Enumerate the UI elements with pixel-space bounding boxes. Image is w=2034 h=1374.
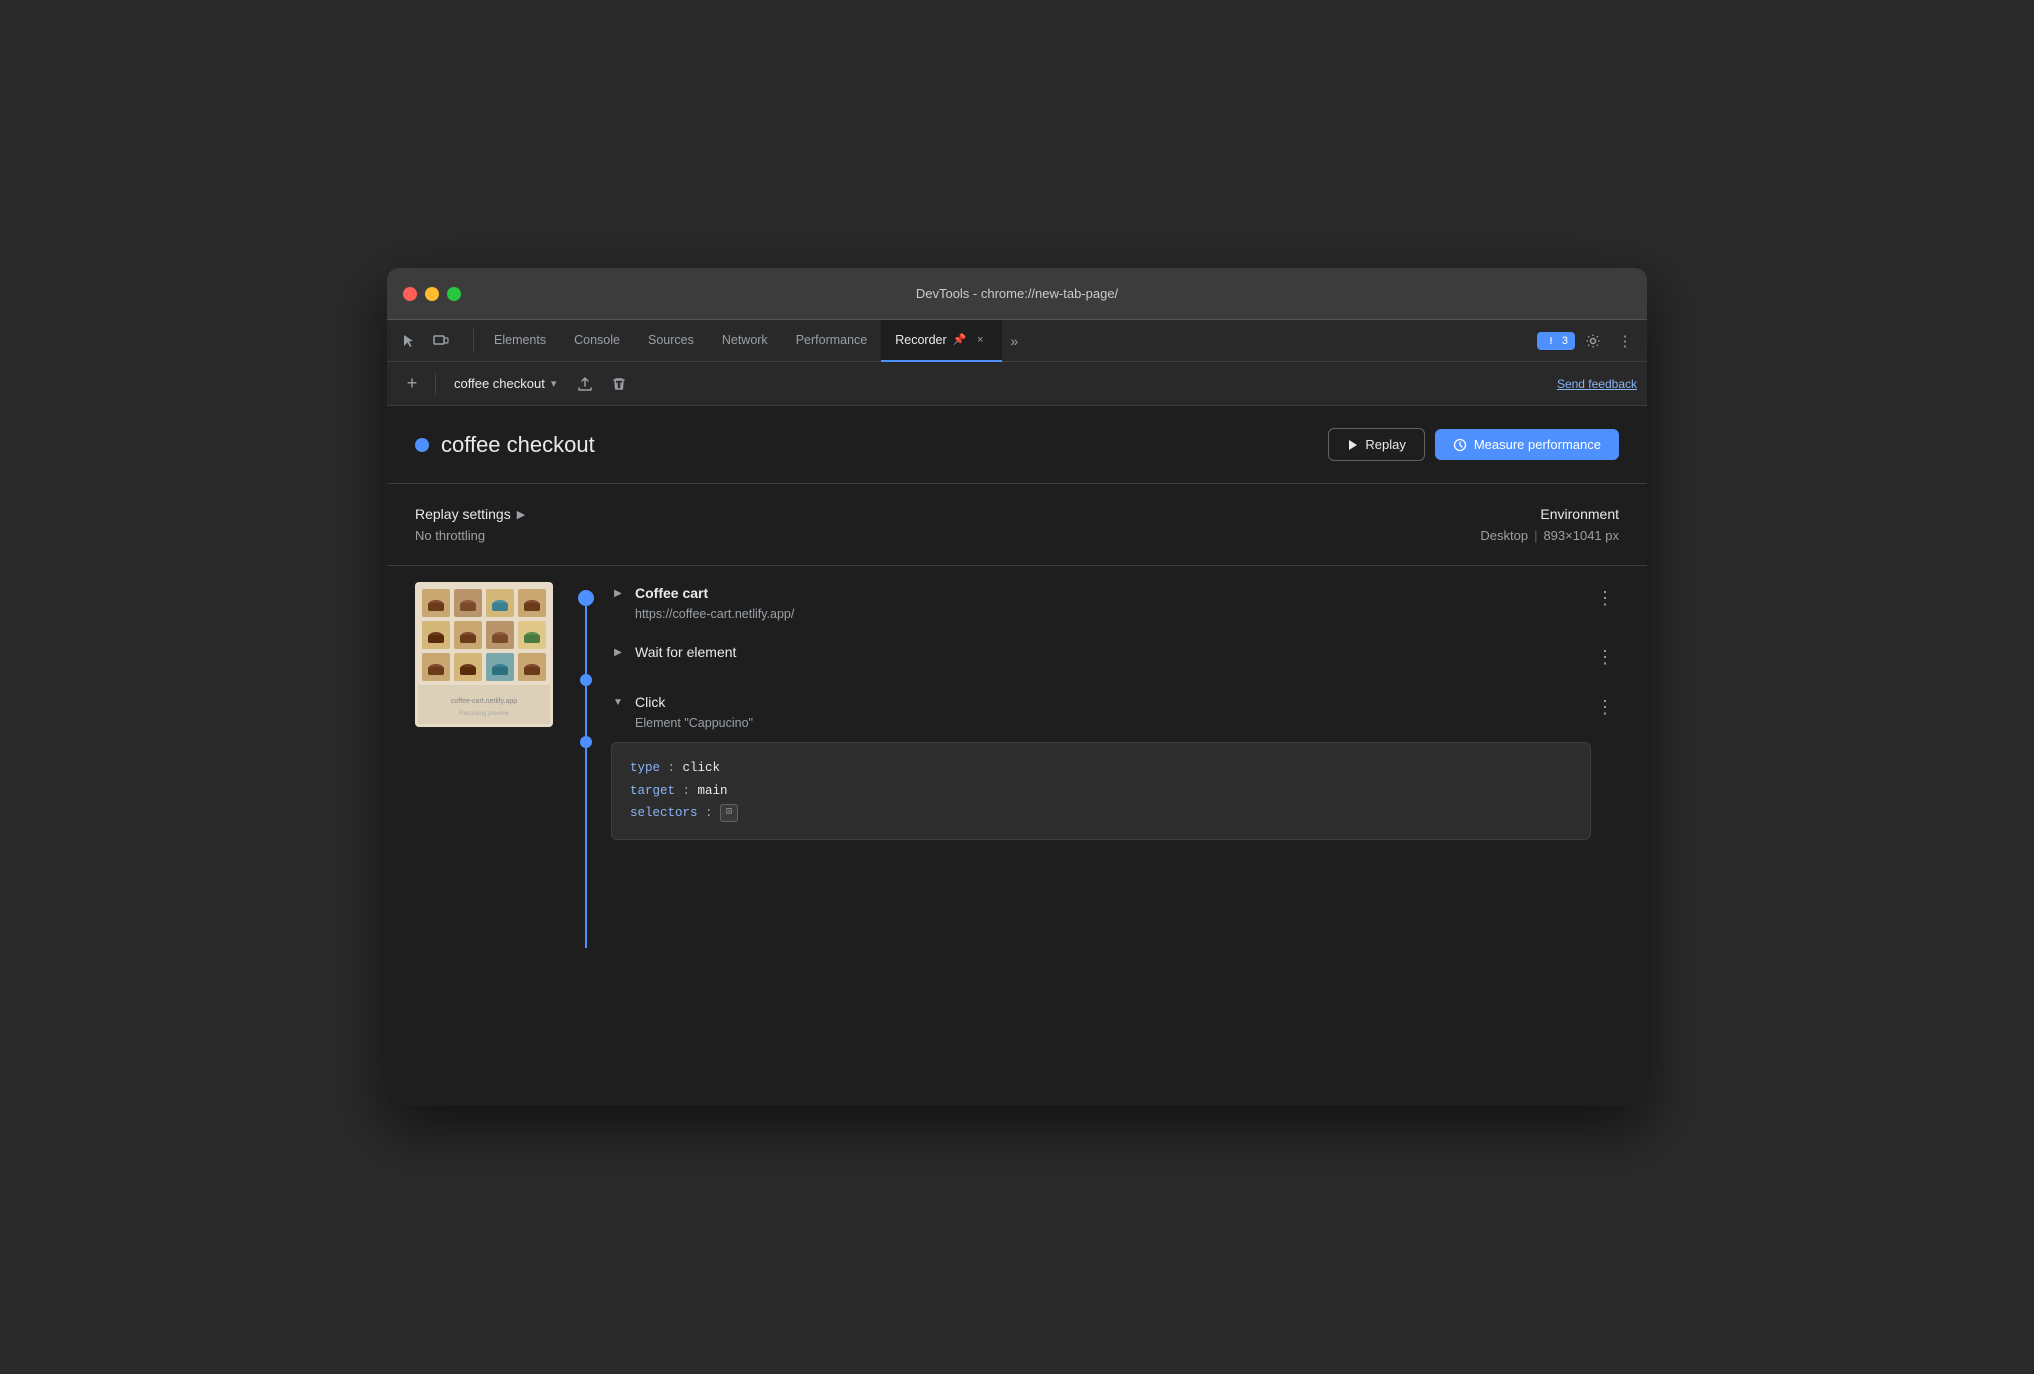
settings-section: Replay settings ▶ No throttling Environm… <box>387 484 1647 566</box>
step-coffee-cart-content: ▶ Coffee cart https://coffee-cart.netlif… <box>609 584 1591 621</box>
tab-performance[interactable]: Performance <box>782 320 882 362</box>
settings-left: Replay settings ▶ No throttling <box>415 506 525 543</box>
step-click: ▼ Click Element "Cappucino" type : click <box>609 689 1619 840</box>
env-size: 893×1041 px <box>1543 528 1619 543</box>
recording-status-dot <box>415 438 429 452</box>
tab-console[interactable]: Console <box>560 320 634 362</box>
step-coffee-cart: ▶ Coffee cart https://coffee-cart.netlif… <box>609 582 1619 639</box>
send-feedback-link[interactable]: Send feedback <box>1557 377 1637 391</box>
export-button[interactable] <box>570 369 600 399</box>
selectors-icon[interactable]: ⊡ <box>720 804 738 822</box>
pin-icon: 📌 <box>953 333 967 346</box>
add-recording-button[interactable]: + <box>397 369 427 399</box>
recording-title: coffee checkout <box>441 432 595 458</box>
env-separator: | <box>1534 528 1537 543</box>
maximize-button[interactable] <box>447 287 461 301</box>
step-wait-header: ▶ Wait for element <box>609 643 1591 661</box>
replay-button[interactable]: Replay <box>1328 428 1424 461</box>
devtools-actions: ! 3 ⋮ <box>1537 327 1639 355</box>
step-wait-title: Wait for element <box>635 644 736 660</box>
timeline-dot-1 <box>580 674 592 686</box>
step-click-header: ▼ Click <box>609 693 1591 711</box>
step-click-content: ▼ Click Element "Cappucino" type : click <box>609 693 1591 840</box>
issues-badge[interactable]: ! 3 <box>1537 332 1575 350</box>
more-options-button[interactable]: ⋮ <box>1611 327 1639 355</box>
environment-label: Environment <box>1480 506 1619 522</box>
title-bar: DevTools - chrome://new-tab-page/ <box>387 268 1647 320</box>
svg-text:Recording preview: Recording preview <box>459 711 509 717</box>
settings-right: Environment Desktop | 893×1041 px <box>1480 506 1619 543</box>
tab-divider <box>473 329 474 353</box>
step-wait-content: ▶ Wait for element <box>609 643 1591 661</box>
environment-value: Desktop | 893×1041 px <box>1480 528 1619 543</box>
recording-title-area: coffee checkout <box>415 432 595 458</box>
step-wait-expand[interactable]: ▶ <box>609 643 627 661</box>
step-click-subtitle: Element "Cappucino" <box>635 716 1591 730</box>
code-type-line: type : click <box>630 757 1572 780</box>
step-wait-for-element: ▶ Wait for element ⋮ <box>609 639 1619 689</box>
chevron-down-icon: ▾ <box>551 377 557 390</box>
timeline-dot-2 <box>580 736 592 748</box>
code-target-line: target : main <box>630 780 1572 803</box>
measure-performance-button[interactable]: Measure performance <box>1435 429 1619 460</box>
thumbnail-column: coffee-cart.netlify.app Recording previe… <box>415 582 555 948</box>
step-wait-more-button[interactable]: ⋮ <box>1591 643 1619 671</box>
header-actions: Replay Measure performance <box>1328 428 1619 461</box>
code-selectors-key: selectors <box>630 806 698 820</box>
device-mode-icon-button[interactable] <box>427 327 455 355</box>
traffic-lights <box>403 287 461 301</box>
code-target-key: target <box>630 784 675 798</box>
tab-network[interactable]: Network <box>708 320 782 362</box>
step-coffee-cart-expand[interactable]: ▶ <box>609 584 627 602</box>
throttling-value: No throttling <box>415 528 525 543</box>
tab-recorder[interactable]: Recorder 📌 × <box>881 320 1002 362</box>
delete-button[interactable] <box>604 369 634 399</box>
code-type-key: type <box>630 761 660 775</box>
tab-close-button[interactable]: × <box>972 332 988 348</box>
window-title: DevTools - chrome://new-tab-page/ <box>916 286 1118 301</box>
recorder-toolbar: + coffee checkout ▾ Send feedback <box>387 362 1647 406</box>
toolbar-divider <box>435 373 436 395</box>
timeline-dot-0 <box>578 590 594 606</box>
timeline-line-0 <box>585 606 587 674</box>
tab-elements[interactable]: Elements <box>480 320 560 362</box>
step-coffee-cart-title: Coffee cart <box>635 585 708 601</box>
close-button[interactable] <box>403 287 417 301</box>
main-content: coffee checkout Replay Measure performan… <box>387 406 1647 1106</box>
step-coffee-cart-header: ▶ Coffee cart <box>609 584 1591 602</box>
arrow-right-icon: ▶ <box>517 508 525 521</box>
timeline-line-1 <box>585 686 587 736</box>
timeline-line-2 <box>585 748 587 948</box>
recording-thumbnail: coffee-cart.netlify.app Recording previe… <box>415 582 553 727</box>
recording-header: coffee checkout Replay Measure performan… <box>387 406 1647 484</box>
step-click-expand[interactable]: ▼ <box>609 693 627 711</box>
code-type-val: click <box>683 761 721 775</box>
steps-area: coffee-cart.netlify.app Recording previe… <box>387 566 1647 964</box>
recording-selector[interactable]: coffee checkout ▾ <box>444 372 566 395</box>
replay-settings-toggle[interactable]: Replay settings ▶ <box>415 506 525 522</box>
cursor-icon-button[interactable] <box>395 327 423 355</box>
step-coffee-cart-url: https://coffee-cart.netlify.app/ <box>635 607 1591 621</box>
tab-sources[interactable]: Sources <box>634 320 708 362</box>
step-coffee-cart-more-button[interactable]: ⋮ <box>1591 584 1619 612</box>
svg-text:coffee-cart.netlify.app: coffee-cart.netlify.app <box>451 698 517 705</box>
minimize-button[interactable] <box>425 287 439 301</box>
settings-button[interactable] <box>1579 327 1607 355</box>
tab-icon-group <box>395 327 455 355</box>
step-click-title: Click <box>635 694 665 710</box>
step-click-more-button[interactable]: ⋮ <box>1591 693 1619 721</box>
devtools-window: DevTools - chrome://new-tab-page/ Elemen… <box>387 268 1647 1106</box>
step-click-code-block: type : click target : main <box>611 742 1591 840</box>
timeline-column <box>575 582 597 948</box>
code-selectors-line: selectors : ⊡ <box>630 802 1572 825</box>
code-target-val: main <box>698 784 728 798</box>
env-device: Desktop <box>1480 528 1528 543</box>
more-tabs-button[interactable]: » <box>1002 333 1026 349</box>
timeline-steps: ▶ Coffee cart https://coffee-cart.netlif… <box>575 582 1619 948</box>
svg-text:!: ! <box>1549 336 1552 346</box>
recording-name: coffee checkout <box>454 376 545 391</box>
steps-content: ▶ Coffee cart https://coffee-cart.netlif… <box>609 582 1619 948</box>
devtools-tabs-bar: Elements Console Sources Network Perform… <box>387 320 1647 362</box>
